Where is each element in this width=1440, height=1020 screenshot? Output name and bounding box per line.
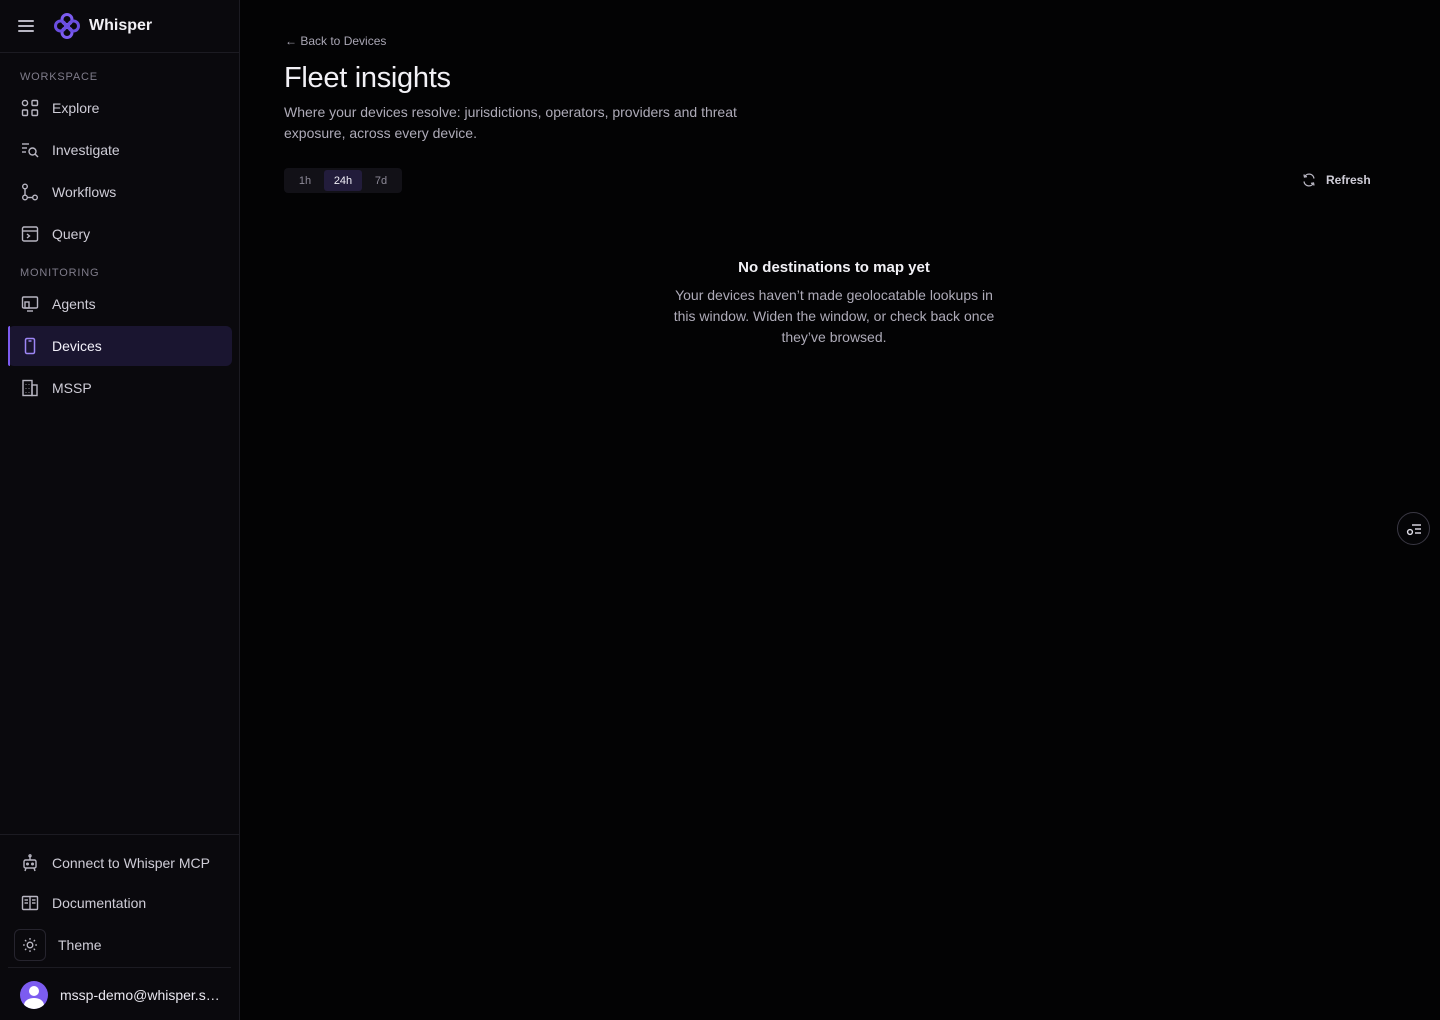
sidebar-item-devices[interactable]: Devices [8,326,232,366]
time-range-selector: 1h 24h 7d [284,168,402,193]
sun-icon [23,938,37,952]
connect-mcp-label: Connect to Whisper MCP [52,855,210,871]
sidebar-item-explore[interactable]: Explore [8,88,232,128]
sidebar-item-label: Investigate [52,142,120,158]
section-title-monitoring: Monitoring [20,267,100,279]
theme-label: Theme [58,937,102,953]
main-content: ← Back to Devices Fleet insights Where y… [241,0,1440,1020]
empty-state-title: No destinations to map yet [738,259,930,276]
sidebar-item-query[interactable]: Query [8,214,232,254]
empty-state: No destinations to map yet Your devices … [634,259,1034,348]
page-description: Where your devices resolve: jurisdiction… [284,104,737,141]
empty-state-body: Your devices haven’t made geolocatable l… [673,287,995,345]
floating-panel-button[interactable] [1397,512,1430,545]
panel-toggle-icon [1406,523,1421,535]
sidebar-footer: Connect to Whisper MCP Documentation The… [0,834,239,1020]
avatar [20,980,48,1009]
refresh-button[interactable]: Refresh [1302,173,1371,187]
grid-icon [21,99,39,117]
user-email: mssp-demo@whisper.security [60,986,220,1003]
time-range-24h[interactable]: 24h [324,170,362,191]
time-range-7d[interactable]: 7d [362,170,400,191]
agents-icon [21,296,39,312]
sidebar-item-workflows[interactable]: Workflows [8,172,232,212]
refresh-label: Refresh [1326,173,1371,187]
user-account[interactable]: mssp-demo@whisper.security [8,967,231,1020]
whisper-logo-icon [54,13,80,39]
sidebar-header: Whisper [0,0,239,53]
sidebar-item-investigate[interactable]: Investigate [8,130,232,170]
section-title-workspace: Workspace [20,71,98,83]
documentation-link[interactable]: Documentation [8,883,232,923]
device-icon [24,337,36,355]
robot-icon [23,854,37,872]
documentation-label: Documentation [52,895,147,911]
sidebar-item-label: Explore [52,100,100,116]
sidebar: Whisper Workspace Explore Investigate Wo… [0,0,240,1020]
refresh-icon [1303,173,1315,187]
page-title: Fleet insights [284,62,451,94]
back-to-devices-link[interactable]: ← Back to Devices [285,34,386,48]
connect-mcp-link[interactable]: Connect to Whisper MCP [8,843,232,883]
app-name: Whisper [89,17,153,34]
sidebar-item-agents[interactable]: Agents [8,284,232,324]
theme-toggle-button[interactable] [14,929,46,961]
sidebar-item-label: Query [52,226,91,242]
time-range-1h[interactable]: 1h [286,170,324,191]
sidebar-item-label: Workflows [52,184,117,200]
menu-icon[interactable] [18,16,38,36]
building-icon [22,379,38,397]
sidebar-item-label: Devices [52,338,102,354]
workflow-icon [22,183,38,201]
sidebar-item-mssp[interactable]: MSSP [8,368,232,408]
query-icon [21,226,39,242]
investigate-icon [22,143,39,158]
sidebar-item-label: Agents [52,296,96,312]
book-icon [21,895,39,911]
sidebar-item-label: MSSP [52,380,92,396]
